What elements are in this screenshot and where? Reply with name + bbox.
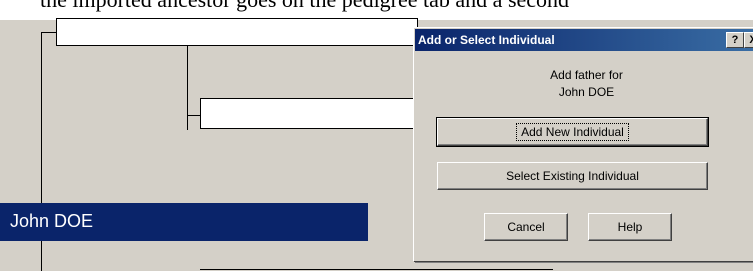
pedigree-line-grandfather-h (187, 115, 201, 116)
add-new-individual-button[interactable]: Add New Individual (436, 117, 709, 147)
dialog-titlebar[interactable]: Add or Select Individual ? X (415, 29, 753, 51)
add-new-individual-label: Add New Individual (521, 125, 624, 139)
selected-individual-name: John DOE (10, 211, 94, 231)
help-label: Help (617, 220, 643, 234)
close-icon[interactable]: X (744, 32, 753, 48)
selected-individual[interactable]: John DOE (0, 203, 368, 241)
pedigree-line-bottom-h (200, 269, 553, 270)
background-caption-strip: the imported ancestor goes on the pedigr… (0, 0, 753, 20)
father-box[interactable] (56, 18, 418, 46)
background-caption: the imported ancestor goes on the pedigr… (40, 0, 569, 13)
dialog-message-line2: John DOE (558, 85, 615, 99)
help-button[interactable]: Help (588, 213, 672, 241)
help-icon[interactable]: ? (726, 32, 744, 48)
dialog-message-line1: Add father for (550, 68, 623, 82)
dialog-title: Add or Select Individual (418, 33, 555, 47)
pedigree-line-grandfather-v (187, 46, 188, 130)
select-existing-individual-label: Select Existing Individual (506, 169, 639, 183)
cancel-label: Cancel (507, 220, 545, 234)
add-select-individual-dialog: Add or Select Individual ? X Add father … (413, 27, 753, 261)
select-existing-individual-button[interactable]: Select Existing Individual (437, 162, 708, 190)
cancel-button[interactable]: Cancel (484, 213, 568, 241)
grandfather-box[interactable] (200, 98, 420, 129)
pedigree-line-father-h (41, 32, 57, 33)
